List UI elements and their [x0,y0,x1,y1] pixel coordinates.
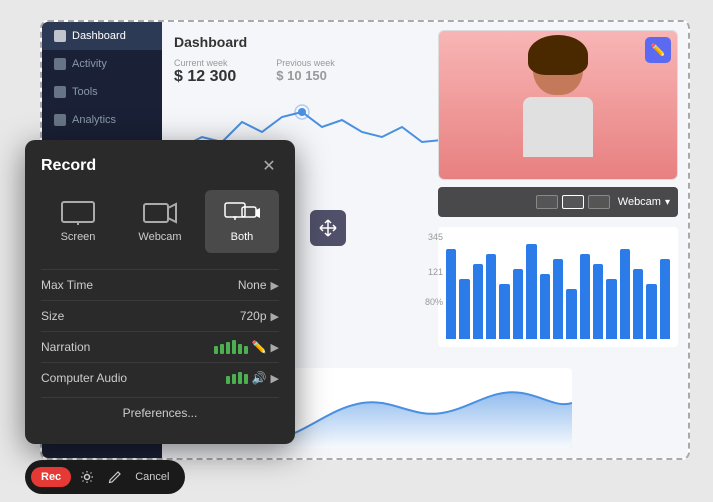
bar-7 [540,274,550,339]
chart-label-345: 345 [428,232,443,242]
rec-button[interactable]: Rec [31,467,71,487]
sidebar-item-analytics[interactable]: Analytics [42,106,162,134]
computer-audio-label: Computer Audio [41,371,226,385]
activity-icon [54,58,66,70]
vol-seg-3 [226,342,230,354]
bar-15 [646,284,656,339]
narration-pencil-icon[interactable]: ✏️ [252,340,267,354]
move-icon [318,218,338,238]
bar-0 [446,249,456,339]
audio-vol-seg-2 [232,374,236,384]
max-time-arrow[interactable]: ▶ [271,279,279,292]
sidebar-item-tools[interactable]: Tools [42,78,162,106]
audio-vol-seg-1 [226,376,230,384]
source-thumb-screen[interactable] [536,195,558,209]
size-arrow[interactable]: ▶ [271,310,279,323]
person-silhouette [518,40,598,170]
person-body [523,97,593,157]
mode-both-button[interactable]: Both [205,190,279,253]
bottom-toolbar: Rec Cancel [25,460,185,494]
vol-seg-5 [238,344,242,354]
webcam-label: Webcam [138,231,181,243]
bar-8 [553,259,563,339]
source-thumb-both[interactable] [588,195,610,209]
size-value: 720p [240,309,267,323]
cancel-button[interactable]: Cancel [131,469,173,485]
bar-6 [526,244,536,339]
bar-10 [580,254,590,339]
max-time-value: None [238,278,267,292]
chart-label-121: 121 [428,267,443,277]
person-hair [528,35,588,75]
dialog-header: Record ✕ [41,156,279,176]
webcam-edit-button[interactable]: ✏️ [645,37,671,63]
tools-icon [54,86,66,98]
vol-seg-2 [220,344,224,354]
webcam-person-display [439,31,677,179]
bar-16 [660,259,670,339]
sidebar-item-dashboard[interactable]: Dashboard [42,22,162,50]
dashboard-icon [54,30,66,42]
record-dialog: Record ✕ Screen Webcam [25,140,295,444]
bar-chart [438,227,678,347]
computer-audio-row: Computer Audio 🔊 ▶ [41,362,279,393]
max-time-label: Max Time [41,278,238,292]
bar-2 [473,264,483,339]
bar-3 [486,254,496,339]
both-icon [224,200,260,226]
webcam-preview: ✏️ [438,30,678,180]
size-label: Size [41,309,240,323]
narration-row: Narration ✏️ ▶ [41,331,279,362]
vol-seg-6 [244,346,248,354]
bar-4 [499,284,509,339]
bar-1 [459,279,469,339]
analytics-icon [54,114,66,126]
computer-audio-volume-bar [226,372,248,384]
preferences-button[interactable]: Preferences... [41,397,279,428]
bar-12 [606,279,616,339]
webcam-icon [142,200,178,226]
record-mode-buttons: Screen Webcam Bot [41,190,279,253]
sidebar-item-activity[interactable]: Activity [42,50,162,78]
vol-seg-4 [232,340,236,354]
area-chart [282,368,572,448]
size-row: Size 720p ▶ [41,300,279,331]
both-label: Both [231,231,254,243]
person-head [533,40,583,95]
narration-label: Narration [41,340,214,354]
webcam-source-bar[interactable]: Webcam ▾ [438,187,678,217]
audio-vol-seg-4 [244,374,248,384]
bar-5 [513,269,523,339]
source-chevron-icon[interactable]: ▾ [665,197,670,208]
dialog-title: Record [41,157,96,175]
webcam-source-label: Webcam [618,196,661,208]
screen-label: Screen [61,231,96,243]
chart-label-80: 80% [425,297,443,307]
vol-seg-1 [214,346,218,354]
pencil-icon [108,470,122,484]
bar-14 [633,269,643,339]
bar-9 [566,289,576,339]
source-thumb-webcam[interactable] [562,195,584,209]
settings-button[interactable] [75,465,99,489]
edit-button[interactable] [103,465,127,489]
narration-volume-bar [214,340,248,354]
computer-audio-speaker-icon: 🔊 [252,371,267,385]
move-drag-handle[interactable] [310,210,346,246]
close-button[interactable]: ✕ [259,156,279,176]
audio-vol-seg-3 [238,372,242,384]
bar-11 [593,264,603,339]
bar-13 [620,249,630,339]
screen-icon [60,200,96,226]
computer-audio-arrow[interactable]: ▶ [271,372,279,385]
gear-icon [80,470,94,484]
max-time-row: Max Time None ▶ [41,269,279,300]
mode-screen-button[interactable]: Screen [41,190,115,253]
narration-arrow[interactable]: ▶ [271,341,279,354]
mode-webcam-button[interactable]: Webcam [123,190,197,253]
